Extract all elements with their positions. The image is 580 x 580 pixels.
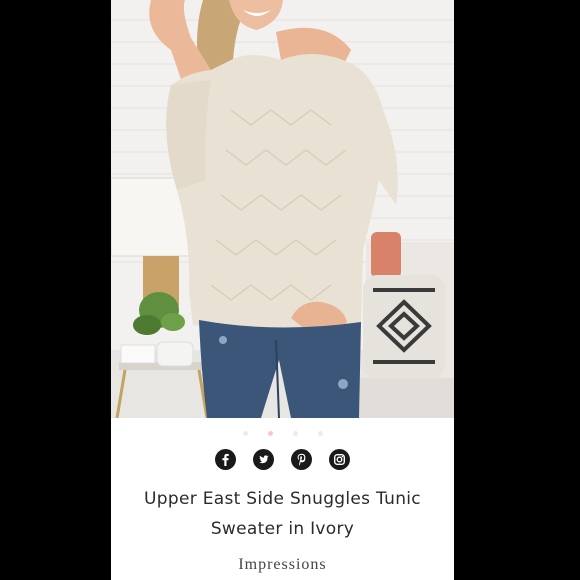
- facebook-icon[interactable]: [215, 449, 236, 470]
- instagram-icon[interactable]: [329, 449, 350, 470]
- product-photo[interactable]: [111, 0, 454, 418]
- twitter-icon[interactable]: [253, 449, 274, 470]
- carousel-dot[interactable]: [292, 431, 298, 436]
- carousel-dot-active[interactable]: [267, 431, 273, 436]
- product-card: Upper East Side Snuggles Tunic Sweater i…: [111, 0, 454, 580]
- product-title[interactable]: Upper East Side Snuggles Tunic Sweater i…: [117, 484, 448, 544]
- carousel-dots: [111, 431, 454, 436]
- social-share-bar: [111, 449, 454, 470]
- carousel-dot[interactable]: [317, 431, 323, 436]
- brand-name[interactable]: Impressions: [111, 556, 454, 574]
- pinterest-icon[interactable]: [291, 449, 312, 470]
- carousel-dot[interactable]: [242, 431, 248, 436]
